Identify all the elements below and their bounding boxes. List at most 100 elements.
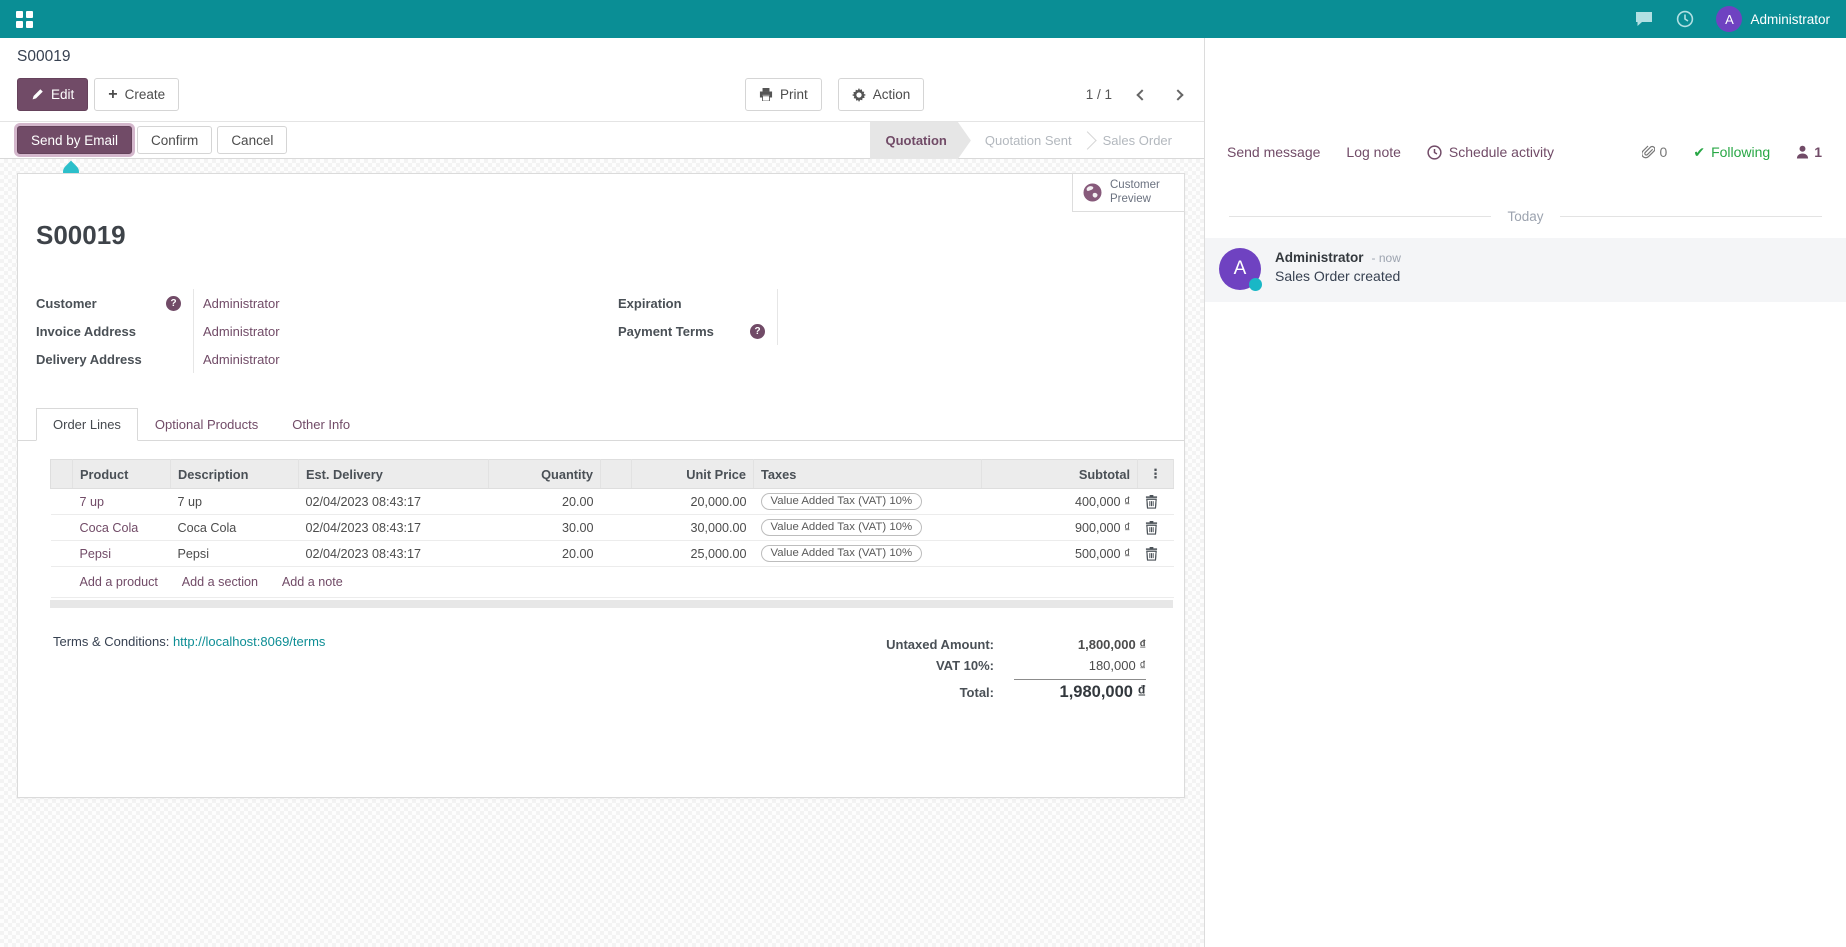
printer-icon [759,88,773,101]
form-background: Customer Preview S00019 Customer? Admini… [0,159,1204,947]
help-icon[interactable]: ? [750,324,765,339]
vat-value: 180,000 ₫ [1014,658,1146,673]
product-cell[interactable]: Coca Cola [73,515,171,541]
unit-price-cell: 30,000.00 [632,515,754,541]
taxes-cell: Value Added Tax (VAT) 10% [754,541,982,567]
table-row[interactable]: 7 up 7 up 02/04/2023 08:43:17 20.00 20,0… [51,489,1174,515]
attachments-button[interactable]: 0 [1642,144,1668,160]
message-avatar: A [1219,248,1261,290]
activities-clock-icon[interactable] [1676,10,1694,28]
subtotal-column-header[interactable]: Subtotal [982,460,1138,489]
add-a-section-link[interactable]: Add a section [182,575,258,589]
vat-label: VAT 10%: [936,658,994,673]
table-scrollbar-strip[interactable] [50,600,1173,608]
customer-preview-button[interactable]: Customer Preview [1072,173,1185,212]
taxes-cell: Value Added Tax (VAT) 10% [754,515,982,541]
unit-price-column-header[interactable]: Unit Price [632,460,754,489]
uom-cell [601,541,632,567]
table-row[interactable]: Pepsi Pepsi 02/04/2023 08:43:17 20.00 25… [51,541,1174,567]
state-sales-order[interactable]: Sales Order [1089,133,1186,148]
form-sheet: Customer Preview S00019 Customer? Admini… [17,173,1185,798]
log-note-button[interactable]: Log note [1346,144,1401,160]
send-by-email-button[interactable]: Send by Email [17,126,132,154]
help-icon[interactable]: ? [166,296,181,311]
pager-count: 1 / 1 [1086,87,1112,102]
edit-button[interactable]: Edit [17,78,88,111]
untaxed-amount-value: 1,800,000 ₫ [1014,637,1146,652]
add-a-product-link[interactable]: Add a product [80,575,158,589]
subtotal-cell: 900,000 ₫ [982,515,1138,541]
print-button[interactable]: Print [745,78,822,111]
quantity-cell: 20.00 [489,489,601,515]
subtotal-cell: 500,000 ₫ [982,541,1138,567]
tab-other-info[interactable]: Other Info [275,408,367,441]
state-quotation-sent[interactable]: Quotation Sent [971,133,1086,148]
taxes-cell: Value Added Tax (VAT) 10% [754,489,982,515]
drag-handle-cell [51,515,73,541]
following-label: Following [1711,144,1770,160]
plus-icon: + [108,87,117,103]
followers-button[interactable]: 1 [1796,144,1822,160]
status-pipeline: Quotation Quotation Sent Sales Order [870,122,1187,159]
schedule-activity-label: Schedule activity [1449,144,1554,160]
tax-badge: Value Added Tax (VAT) 10% [761,493,923,510]
messages-icon[interactable] [1634,10,1654,28]
chatter-toolbar: Send message Log note Schedule activity … [1205,133,1846,171]
cancel-button[interactable]: Cancel [217,126,287,154]
uom-cell [601,489,632,515]
uom-cell [601,515,632,541]
handle-column-header [51,460,73,489]
invoice-address-value[interactable]: Administrator [194,324,280,339]
user-name: Administrator [1750,12,1830,27]
est-delivery-cell: 02/04/2023 08:43:17 [299,489,489,515]
action-button[interactable]: Action [838,78,925,111]
delivery-address-value[interactable]: Administrator [194,352,280,367]
payment-terms-label: Payment Terms [618,324,750,339]
gear-icon [852,88,866,102]
chatter-message[interactable]: A Administrator - now Sales Order create… [1205,238,1846,302]
send-message-button[interactable]: Send message [1227,144,1320,160]
user-menu[interactable]: A Administrator [1716,6,1830,32]
quantity-cell: 30.00 [489,515,601,541]
state-quotation[interactable]: Quotation [870,122,971,159]
delivery-address-label: Delivery Address [36,352,193,367]
expiration-label: Expiration [618,296,777,311]
add-a-note-link[interactable]: Add a note [282,575,343,589]
confirm-button[interactable]: Confirm [137,126,212,154]
description-column-header[interactable]: Description [171,460,299,489]
tab-order-lines[interactable]: Order Lines [36,408,138,441]
quantity-column-header[interactable]: Quantity [489,460,601,489]
delete-row-button[interactable] [1138,489,1174,515]
est-delivery-cell: 02/04/2023 08:43:17 [299,515,489,541]
pencil-icon [31,88,44,101]
check-icon: ✔ [1693,144,1705,161]
apps-menu-icon[interactable] [16,11,33,28]
delete-row-button[interactable] [1138,515,1174,541]
subtotal-cell: 400,000 ₫ [982,489,1138,515]
user-avatar: A [1716,6,1742,32]
paperclip-icon [1642,145,1655,160]
top-navbar: A Administrator [0,0,1846,38]
table-row[interactable]: Coca Cola Coca Cola 02/04/2023 08:43:17 … [51,515,1174,541]
product-column-header[interactable]: Product [73,460,171,489]
product-cell[interactable]: Pepsi [73,541,171,567]
tax-badge: Value Added Tax (VAT) 10% [761,545,923,562]
taxes-column-header[interactable]: Taxes [754,460,982,489]
customer-value[interactable]: Administrator [194,296,280,311]
delete-row-button[interactable] [1138,541,1174,567]
control-panel: S00019 Edit + Create Print [0,38,1204,121]
following-button[interactable]: ✔ Following [1693,144,1770,161]
optional-columns-icon[interactable]: ⋮ [1138,460,1174,489]
est-delivery-column-header[interactable]: Est. Delivery [299,460,489,489]
create-button[interactable]: + Create [94,78,179,111]
pager-previous-button[interactable] [1136,89,1148,101]
schedule-activity-button[interactable]: Schedule activity [1427,144,1554,160]
terms-link[interactable]: http://localhost:8069/terms [173,634,325,649]
product-cell[interactable]: 7 up [73,489,171,515]
total-value: 1,980,000 ₫ [1014,679,1146,702]
description-cell: 7 up [171,489,299,515]
breadcrumb[interactable]: S00019 [17,48,1188,66]
message-author[interactable]: Administrator [1275,250,1364,265]
pager-next-button[interactable] [1172,89,1184,101]
tab-optional-products[interactable]: Optional Products [138,408,275,441]
